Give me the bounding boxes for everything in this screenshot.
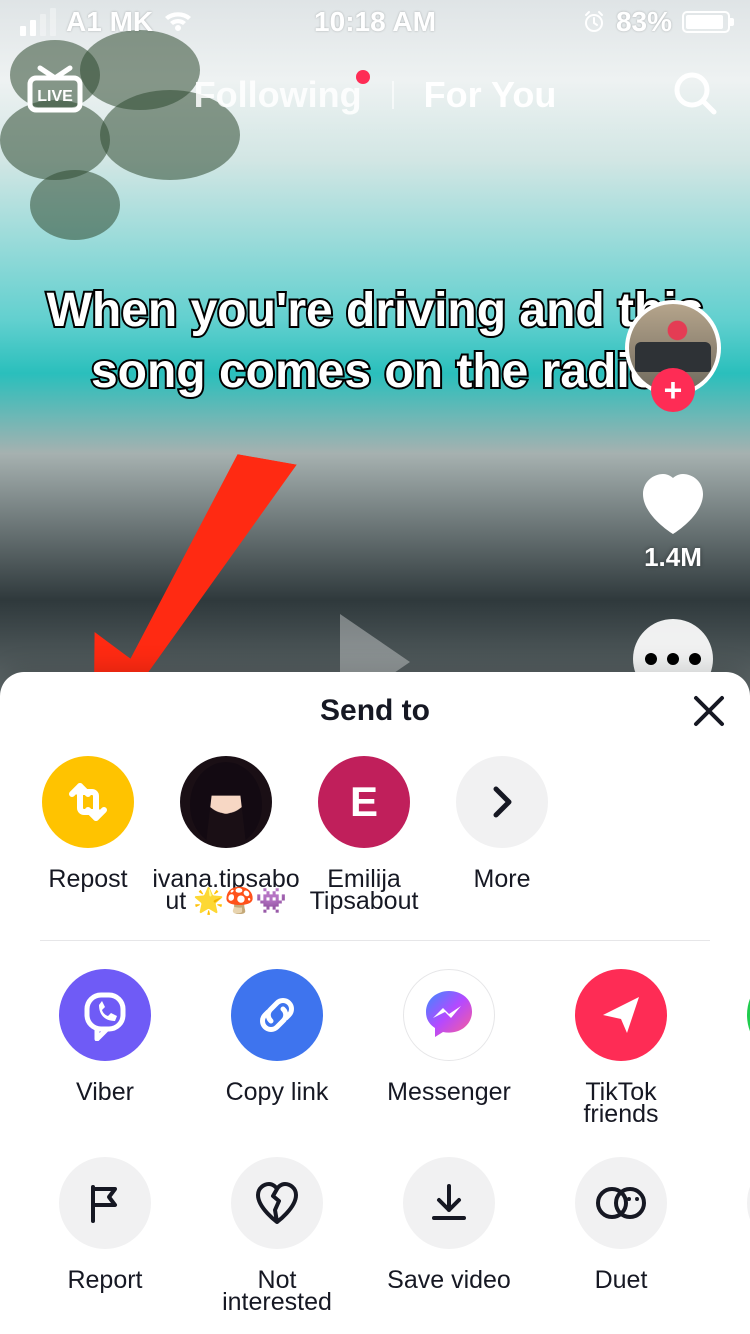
sheet-title: Send to: [0, 694, 750, 728]
share-copy-link[interactable]: Copy link: [212, 969, 342, 1129]
clock: 10:18 AM: [314, 6, 436, 38]
action-duet[interactable]: Duet: [556, 1157, 686, 1317]
battery-pct: 83%: [616, 6, 672, 38]
share-sheet: Send to Repost ivana.tipsabo ut 🌟🍄👾 E Em…: [0, 672, 750, 1334]
action-stitch[interactable]: Stitch: [728, 1157, 750, 1317]
messenger-icon: [403, 969, 495, 1061]
duet-icon: [575, 1157, 667, 1249]
wifi-icon: [163, 11, 193, 33]
viber-icon: [59, 969, 151, 1061]
notification-dot-icon: [356, 70, 370, 84]
item-label: Duet: [595, 1265, 648, 1295]
send-icon: [575, 969, 667, 1061]
more-contacts-button[interactable]: More: [454, 756, 550, 916]
share-sms[interactable]: SMS: [728, 969, 750, 1129]
follow-plus-icon[interactable]: +: [651, 368, 695, 412]
avatar-letter-icon: E: [318, 756, 410, 848]
alarm-icon: [582, 10, 606, 34]
item-label: Repost: [48, 864, 127, 894]
tab-following[interactable]: Following: [194, 74, 362, 116]
right-action-rail: + 1.4M: [618, 300, 728, 699]
link-icon: [231, 969, 323, 1061]
action-save-video[interactable]: Save video: [384, 1157, 514, 1317]
item-label: More: [474, 864, 531, 894]
share-messenger[interactable]: Messenger: [384, 969, 514, 1129]
item-sublabel: friends: [583, 1099, 658, 1129]
actions-row: Report Not interested Save video Duet: [0, 1129, 750, 1317]
like-count: 1.4M: [644, 542, 702, 573]
share-viber[interactable]: Viber: [40, 969, 170, 1129]
chevron-right-icon: [456, 756, 548, 848]
item-label: Report: [67, 1265, 142, 1295]
signal-icon: [20, 8, 56, 36]
carrier-label: A1 MK: [66, 6, 153, 38]
top-nav: LIVE Following For You: [0, 50, 750, 140]
tab-following-label: Following: [194, 74, 362, 115]
action-report[interactable]: Report: [40, 1157, 170, 1317]
search-button[interactable]: [670, 68, 720, 118]
creator-avatar[interactable]: +: [625, 300, 721, 396]
item-label: Save video: [387, 1265, 511, 1295]
close-button[interactable]: [692, 694, 726, 728]
item-sublabel: ut 🌟🍄👾: [152, 886, 299, 916]
item-label: Copy link: [226, 1077, 329, 1107]
action-not-interested[interactable]: Not interested: [212, 1157, 342, 1317]
item-label: Viber: [76, 1077, 134, 1107]
broken-heart-icon: [231, 1157, 323, 1249]
item-sublabel: interested: [222, 1287, 332, 1317]
tab-for-you[interactable]: For You: [424, 74, 557, 116]
tab-separator: [392, 81, 394, 109]
item-label: Messenger: [387, 1077, 511, 1107]
live-button[interactable]: LIVE: [26, 64, 84, 114]
status-bar: A1 MK 10:18 AM 83%: [0, 0, 750, 44]
download-icon: [403, 1157, 495, 1249]
svg-text:LIVE: LIVE: [37, 88, 73, 105]
share-tiktok-friends[interactable]: TikTok friends: [556, 969, 686, 1129]
send-contact-ivana[interactable]: ivana.tipsabo ut 🌟🍄👾: [178, 756, 274, 916]
send-to-row: Repost ivana.tipsabo ut 🌟🍄👾 E Emilija Ti…: [0, 728, 750, 916]
send-contact-emilija[interactable]: E Emilija Tipsabout: [316, 756, 412, 916]
battery-icon: [682, 11, 730, 33]
share-apps-row: Viber Copy link Messenger TikTok friends: [0, 941, 750, 1129]
flag-icon: [59, 1157, 151, 1249]
item-sublabel: Tipsabout: [310, 886, 419, 916]
like-button[interactable]: [638, 472, 708, 536]
repost-button[interactable]: Repost: [40, 756, 136, 916]
avatar-icon: [180, 756, 272, 848]
repost-icon: [42, 756, 134, 848]
